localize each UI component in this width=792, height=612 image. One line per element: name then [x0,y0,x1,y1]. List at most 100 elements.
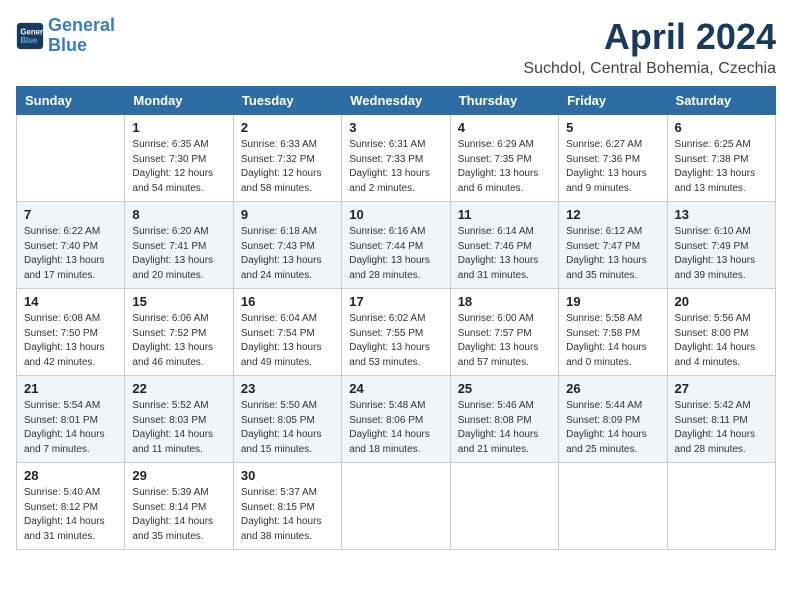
title-area: April 2024 Suchdol, Central Bohemia, Cze… [523,16,776,78]
day-number: 3 [349,120,442,135]
calendar-cell: 16Sunrise: 6:04 AM Sunset: 7:54 PM Dayli… [233,289,341,376]
weekday-header-saturday: Saturday [667,87,775,115]
day-info: Sunrise: 6:06 AM Sunset: 7:52 PM Dayligh… [132,312,225,370]
weekday-header-thursday: Thursday [450,87,558,115]
day-info: Sunrise: 5:48 AM Sunset: 8:06 PM Dayligh… [349,399,442,457]
logo-line2: Blue [48,35,87,55]
calendar-table: SundayMondayTuesdayWednesdayThursdayFrid… [16,86,776,550]
svg-text:Blue: Blue [20,36,38,45]
day-number: 24 [349,381,442,396]
calendar-cell: 15 Sunrise: 6:06 AM Sunset: 7:52 PM Dayli… [125,289,233,376]
calendar-cell: 18 Sunrise: 6:00 AM Sunset: 7:57 PM Dayli… [450,289,558,376]
day-info: Sunrise: 6:14 AM Sunset: 7:46 PM Dayligh… [458,225,551,283]
weekday-header-tuesday: Tuesday [233,87,341,115]
day-number: 28 [24,468,117,483]
calendar-cell: 29 Sunrise: 5:39 AM Sunset: 8:14 PM Dayli… [125,463,233,550]
calendar-cell: 4 Sunrise: 6:29 AM Sunset: 7:35 PM Daylig… [450,115,558,202]
day-info: Sunrise: 5:39 AM Sunset: 8:14 PM Dayligh… [132,486,225,544]
calendar-cell: 23Sunrise: 5:50 AM Sunset: 8:05 PM Dayli… [233,376,341,463]
calendar-cell: 2Sunrise: 6:33 AM Sunset: 7:32 PM Daylig… [233,115,341,202]
day-number: 22 [132,381,225,396]
calendar-cell: 13 Sunrise: 6:10 AM Sunset: 7:49 PM Dayli… [667,202,775,289]
day-number: 11 [458,207,551,222]
day-number: 4 [458,120,551,135]
day-info: Sunrise: 6:31 AM Sunset: 7:33 PM Dayligh… [349,138,442,196]
logo-icon: General Blue [16,22,44,50]
day-info: Sunrise: 5:46 AM Sunset: 8:08 PM Dayligh… [458,399,551,457]
calendar-cell: 5 Sunrise: 6:27 AM Sunset: 7:36 PM Daylig… [559,115,667,202]
calendar-week-3: 14Sunrise: 6:08 AM Sunset: 7:50 PM Dayli… [17,289,776,376]
calendar-cell: 6 Sunrise: 6:25 AM Sunset: 7:38 PM Daylig… [667,115,775,202]
day-number: 1 [132,120,225,135]
day-info: Sunrise: 6:04 AM Sunset: 7:54 PM Dayligh… [241,312,334,370]
calendar-cell: 30 Sunrise: 5:37 AM Sunset: 8:15 PM Dayli… [233,463,341,550]
weekday-header-monday: Monday [125,87,233,115]
calendar-cell: 27 Sunrise: 5:42 AM Sunset: 8:11 PM Dayli… [667,376,775,463]
day-info: Sunrise: 5:56 AM Sunset: 8:00 PM Dayligh… [675,312,768,370]
day-number: 30 [241,468,334,483]
day-info: Sunrise: 6:25 AM Sunset: 7:38 PM Dayligh… [675,138,768,196]
logo-text: General Blue [48,16,115,56]
calendar-cell: 7 Sunrise: 6:22 AM Sunset: 7:40 PM Daylig… [17,202,125,289]
day-info: Sunrise: 5:44 AM Sunset: 8:09 PM Dayligh… [566,399,659,457]
day-number: 5 [566,120,659,135]
calendar-cell: 26 Sunrise: 5:44 AM Sunset: 8:09 PM Dayli… [559,376,667,463]
calendar-cell [450,463,558,550]
day-number: 2 [241,120,334,135]
day-number: 9 [241,207,334,222]
day-info: Sunrise: 5:54 AM Sunset: 8:01 PM Dayligh… [24,399,117,457]
calendar-cell: 19 Sunrise: 5:58 AM Sunset: 7:58 PM Dayli… [559,289,667,376]
day-info: Sunrise: 6:29 AM Sunset: 7:35 PM Dayligh… [458,138,551,196]
calendar-subtitle: Suchdol, Central Bohemia, Czechia [523,60,776,78]
calendar-cell: 12 Sunrise: 6:12 AM Sunset: 7:47 PM Dayli… [559,202,667,289]
calendar-week-2: 7 Sunrise: 6:22 AM Sunset: 7:40 PM Daylig… [17,202,776,289]
day-number: 26 [566,381,659,396]
day-info: Sunrise: 6:27 AM Sunset: 7:36 PM Dayligh… [566,138,659,196]
day-number: 13 [675,207,768,222]
day-number: 15 [132,294,225,309]
calendar-header: SundayMondayTuesdayWednesdayThursdayFrid… [17,87,776,115]
day-info: Sunrise: 5:58 AM Sunset: 7:58 PM Dayligh… [566,312,659,370]
logo: General Blue General Blue [16,16,115,56]
day-number: 29 [132,468,225,483]
calendar-week-4: 21Sunrise: 5:54 AM Sunset: 8:01 PM Dayli… [17,376,776,463]
calendar-cell: 9Sunrise: 6:18 AM Sunset: 7:43 PM Daylig… [233,202,341,289]
day-info: Sunrise: 6:16 AM Sunset: 7:44 PM Dayligh… [349,225,442,283]
day-info: Sunrise: 6:35 AM Sunset: 7:30 PM Dayligh… [132,138,225,196]
calendar-cell: 28Sunrise: 5:40 AM Sunset: 8:12 PM Dayli… [17,463,125,550]
calendar-week-5: 28Sunrise: 5:40 AM Sunset: 8:12 PM Dayli… [17,463,776,550]
day-number: 6 [675,120,768,135]
calendar-cell: 22Sunrise: 5:52 AM Sunset: 8:03 PM Dayli… [125,376,233,463]
calendar-cell [667,463,775,550]
weekday-header-friday: Friday [559,87,667,115]
calendar-cell: 14Sunrise: 6:08 AM Sunset: 7:50 PM Dayli… [17,289,125,376]
day-info: Sunrise: 5:50 AM Sunset: 8:05 PM Dayligh… [241,399,334,457]
day-number: 12 [566,207,659,222]
calendar-cell: 25 Sunrise: 5:46 AM Sunset: 8:08 PM Dayli… [450,376,558,463]
day-info: Sunrise: 5:37 AM Sunset: 8:15 PM Dayligh… [241,486,334,544]
day-number: 18 [458,294,551,309]
day-info: Sunrise: 6:02 AM Sunset: 7:55 PM Dayligh… [349,312,442,370]
calendar-cell [342,463,450,550]
header: General Blue General Blue April 2024 Suc… [16,16,776,78]
calendar-cell: 17Sunrise: 6:02 AM Sunset: 7:55 PM Dayli… [342,289,450,376]
day-number: 19 [566,294,659,309]
day-number: 20 [675,294,768,309]
day-number: 27 [675,381,768,396]
day-number: 10 [349,207,442,222]
day-number: 25 [458,381,551,396]
day-info: Sunrise: 6:10 AM Sunset: 7:49 PM Dayligh… [675,225,768,283]
day-info: Sunrise: 6:22 AM Sunset: 7:40 PM Dayligh… [24,225,117,283]
day-info: Sunrise: 5:42 AM Sunset: 8:11 PM Dayligh… [675,399,768,457]
weekday-row: SundayMondayTuesdayWednesdayThursdayFrid… [17,87,776,115]
calendar-cell: 21Sunrise: 5:54 AM Sunset: 8:01 PM Dayli… [17,376,125,463]
day-info: Sunrise: 6:12 AM Sunset: 7:47 PM Dayligh… [566,225,659,283]
calendar-cell: 8Sunrise: 6:20 AM Sunset: 7:41 PM Daylig… [125,202,233,289]
day-info: Sunrise: 6:00 AM Sunset: 7:57 PM Dayligh… [458,312,551,370]
calendar-title: April 2024 [523,16,776,58]
calendar-cell: 24 Sunrise: 5:48 AM Sunset: 8:06 PM Dayli… [342,376,450,463]
calendar-cell: 10 Sunrise: 6:16 AM Sunset: 7:44 PM Dayli… [342,202,450,289]
day-number: 7 [24,207,117,222]
day-number: 14 [24,294,117,309]
calendar-cell [559,463,667,550]
